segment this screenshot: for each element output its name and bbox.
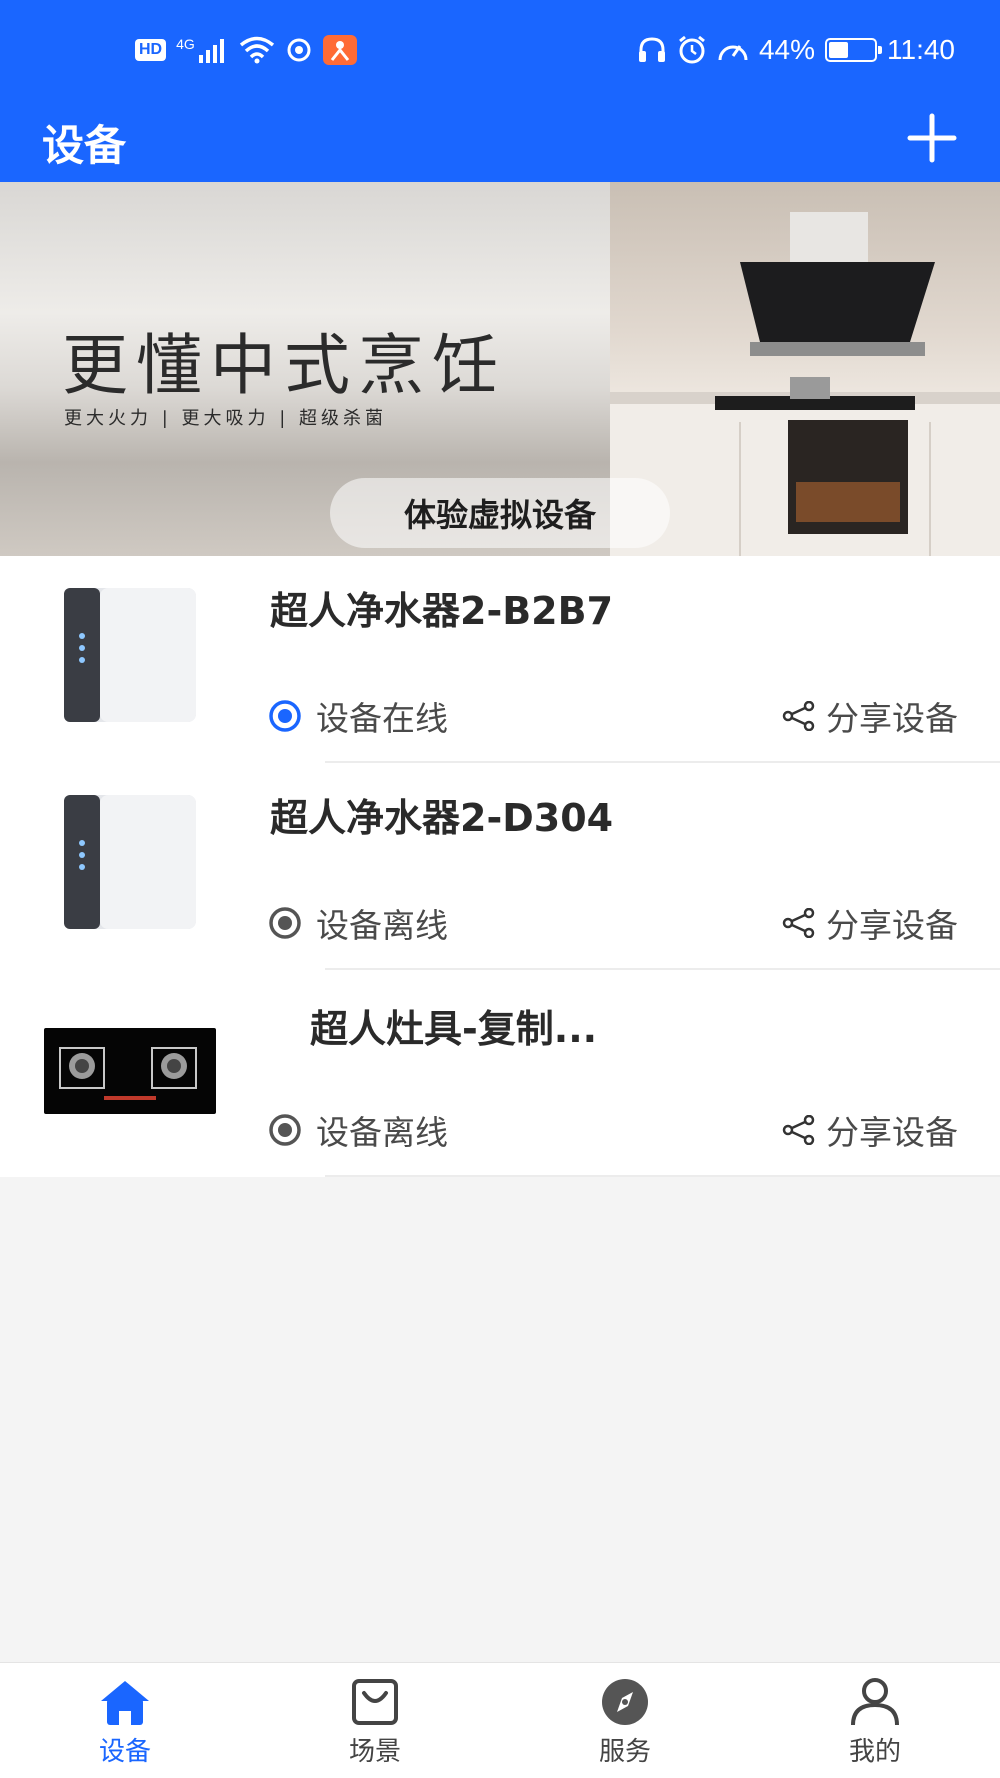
battery-level — [829, 42, 849, 58]
device-item[interactable]: 超人净水器2-D304 设备离线 分享设备 — [0, 763, 1000, 970]
app-header: 设备 — [0, 100, 1000, 182]
online-status-icon — [269, 700, 301, 732]
tab-label: 我的 — [848, 1737, 901, 1767]
battery-icon — [825, 38, 882, 62]
status-label: 设备离线 — [316, 1113, 448, 1152]
sync-icon — [287, 38, 311, 62]
tab-scenes[interactable]: 场景 — [250, 1663, 500, 1778]
share-device-button[interactable]: 分享设备 — [782, 899, 958, 947]
device-list: 超人净水器2-B2B7 设备在线 分享设备 超人净水器2-D304 设备离线 分… — [0, 556, 1000, 1177]
banner-headline: 更懂中式烹饪 — [62, 327, 506, 404]
device-name: 超人净水器2-D304 — [270, 796, 614, 840]
status-left: HD 4G — [135, 30, 357, 70]
share-device-button[interactable]: 分享设备 — [782, 1106, 958, 1154]
gas-stove-thumb — [44, 1028, 216, 1114]
wifi-icon — [239, 36, 274, 64]
promo-banner[interactable]: 更懂中式烹饪 更大火力 | 更大吸力 | 超级杀菌 体验虚拟设备 — [0, 182, 1000, 556]
status-label: 设备离线 — [316, 906, 448, 945]
device-name: 超人净水器2-B2B7 — [270, 589, 614, 633]
status-right: 44% 11:40 — [637, 30, 955, 70]
tab-mine[interactable]: 我的 — [750, 1663, 1000, 1778]
battery-percent: 44% — [758, 34, 815, 65]
water-purifier-thumb — [64, 588, 196, 722]
device-status: 设备离线 — [268, 1106, 448, 1154]
alarm-icon — [679, 35, 705, 64]
bag-icon — [352, 1679, 398, 1725]
kitchen-image — [610, 182, 1000, 556]
tab-services[interactable]: 服务 — [500, 1663, 750, 1778]
share-icon — [782, 908, 815, 938]
range-hood-illustration — [610, 212, 1000, 556]
home-icon — [101, 1681, 149, 1725]
share-label: 分享设备 — [826, 699, 958, 738]
share-icon — [782, 1115, 815, 1145]
share-label: 分享设备 — [826, 906, 958, 945]
tab-label: 场景 — [348, 1737, 401, 1767]
device-status: 设备离线 — [268, 899, 448, 947]
hd-badge: HD — [135, 39, 167, 61]
device-item[interactable]: 超人净水器2-B2B7 设备在线 分享设备 — [0, 556, 1000, 763]
status-bar: HD 4G 44% 11:40 — [0, 0, 1000, 100]
share-icon — [782, 701, 815, 731]
bottom-tab-bar: 设备 场景 服务 我的 — [0, 1662, 1000, 1778]
speed-icon — [718, 45, 748, 61]
share-device-button[interactable]: 分享设备 — [782, 692, 958, 740]
app-notification-icon — [322, 35, 357, 65]
offline-status-icon — [269, 907, 301, 939]
offline-status-icon — [269, 1114, 301, 1146]
user-icon — [851, 1678, 899, 1726]
plus-icon[interactable] — [904, 110, 960, 166]
tab-label: 服务 — [598, 1737, 651, 1767]
headset-icon — [638, 37, 665, 62]
page-title: 设备 — [42, 121, 127, 170]
tab-devices[interactable]: 设备 — [0, 1663, 250, 1778]
tab-label: 设备 — [98, 1737, 151, 1767]
share-label: 分享设备 — [826, 1113, 958, 1152]
status-label: 设备在线 — [316, 699, 448, 738]
compass-icon — [602, 1679, 648, 1725]
banner-subline: 更大火力 | 更大吸力 | 超级杀菌 — [64, 408, 388, 429]
water-purifier-thumb — [64, 795, 196, 929]
try-virtual-device-button[interactable]: 体验虚拟设备 — [330, 478, 670, 548]
device-name: 超人灶具-复制... — [310, 1007, 598, 1051]
signal-icon — [198, 39, 224, 63]
device-status: 设备在线 — [268, 692, 448, 740]
device-item[interactable]: 超人灶具-复制... 设备离线 分享设备 — [0, 970, 1000, 1177]
network-type: 4G — [176, 36, 195, 52]
clock: 11:40 — [887, 34, 955, 65]
